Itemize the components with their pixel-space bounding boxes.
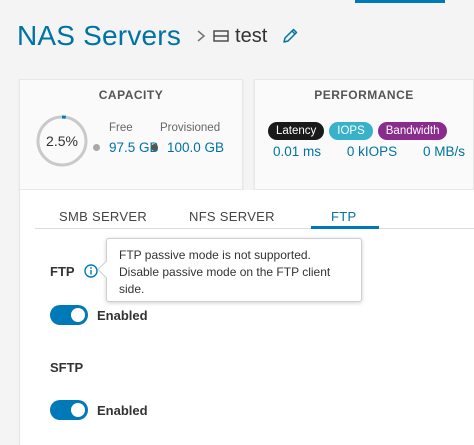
pencil-icon[interactable] <box>281 27 299 45</box>
chevron-right-icon <box>197 30 206 42</box>
capacity-provisioned: Provisioned 100.0 GB <box>151 122 225 155</box>
toggle-knob <box>71 403 85 417</box>
bandwidth-badge: Bandwidth <box>377 122 448 140</box>
ftp-label: FTP <box>50 264 75 279</box>
free-dot-icon <box>93 144 100 151</box>
latency-badge: Latency <box>268 122 325 140</box>
page-header: NAS Servers test <box>17 16 299 56</box>
performance-metrics: 0.01 ms 0 kIOPS 0 MB/s <box>273 144 465 159</box>
capacity-percent: 2.5% <box>46 133 78 149</box>
capacity-card: CAPACITY 2.5% Free 97.5 GB Provisioned 1… <box>19 79 243 190</box>
top-nav-active-indicator <box>355 0 445 3</box>
tab-nfs-server[interactable]: NFS SERVER <box>189 209 275 229</box>
latency-value: 0.01 ms <box>273 144 322 159</box>
provisioned-value: 100.0 GB <box>167 140 225 155</box>
active-tab-indicator <box>311 226 379 229</box>
tab-bar: SMB SERVER NFS SERVER FTP <box>35 209 474 229</box>
sftp-enabled-toggle[interactable] <box>50 400 88 420</box>
performance-title: PERFORMANCE <box>314 88 414 102</box>
server-icon <box>213 30 229 42</box>
tab-smb-server[interactable]: SMB SERVER <box>59 209 147 229</box>
ftp-passive-tooltip: FTP passive mode is not supported. Disab… <box>106 238 362 302</box>
sftp-label: SFTP <box>50 360 84 375</box>
sftp-enabled-label: Enabled <box>97 403 148 418</box>
toggle-knob <box>71 308 85 322</box>
free-label: Free <box>109 122 133 134</box>
provisioned-label: Provisioned <box>160 122 221 134</box>
info-icon[interactable] <box>84 264 98 278</box>
provisioned-dot-icon <box>151 144 158 151</box>
ftp-enabled-toggle[interactable] <box>50 305 88 325</box>
bandwidth-value: 0 MB/s <box>422 144 465 159</box>
page-title[interactable]: NAS Servers <box>17 20 181 52</box>
summary-cards: CAPACITY 2.5% Free 97.5 GB Provisioned 1… <box>19 79 474 190</box>
ftp-enabled-label: Enabled <box>97 308 148 323</box>
server-name: test <box>235 24 268 47</box>
iops-value: 0 kIOPS <box>346 144 398 159</box>
capacity-title: CAPACITY <box>98 88 164 102</box>
performance-card: PERFORMANCE Latency IOPS Bandwidth 0.01 … <box>254 79 474 190</box>
iops-badge: IOPS <box>329 122 373 140</box>
performance-badges: Latency IOPS Bandwidth <box>268 122 448 140</box>
capacity-free: Free 97.5 GB <box>93 122 159 155</box>
